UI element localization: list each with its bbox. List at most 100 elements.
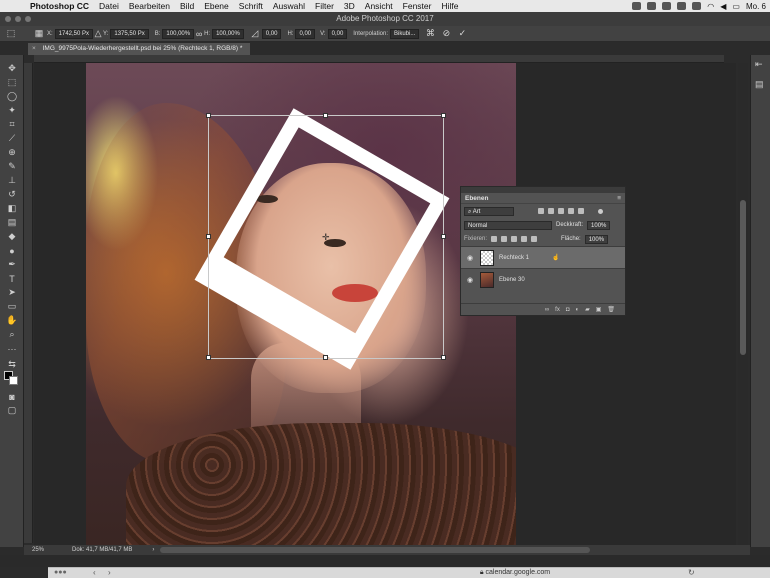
lock-image-icon[interactable] <box>501 236 508 242</box>
lasso-tool-icon[interactable]: ◯ <box>5 91 19 102</box>
address-bar[interactable]: 🔒︎ calendar.google.com <box>430 568 600 577</box>
zoom-tool-icon[interactable]: ⌕ <box>5 329 19 340</box>
transform-tool-icon[interactable]: ⬚ <box>6 28 16 39</box>
x-field[interactable]: 1742,50 Px <box>54 28 94 39</box>
menu-auswahl[interactable]: Auswahl <box>273 1 305 11</box>
menu-filter[interactable]: Filter <box>315 1 334 11</box>
volume-icon[interactable]: ◀ <box>720 2 726 11</box>
transform-handle-top-right[interactable] <box>441 113 446 118</box>
dropbox-icon[interactable] <box>632 2 642 10</box>
menu-datei[interactable]: Datei <box>99 1 119 11</box>
menu-schrift[interactable]: Schrift <box>239 1 263 11</box>
transform-handle-bottom[interactable] <box>323 355 328 360</box>
tray-app-icon-3[interactable] <box>677 2 687 10</box>
vertical-scroll-thumb[interactable] <box>740 200 746 355</box>
lock-position-icon[interactable] <box>511 236 518 242</box>
crop-tool-icon[interactable]: ⌗ <box>5 119 19 130</box>
properties-panel-icon[interactable]: ▤ <box>755 79 764 90</box>
new-group-icon[interactable]: ▰ <box>585 306 590 313</box>
menu-3d[interactable]: 3D <box>344 1 355 11</box>
filter-pixel-icon[interactable] <box>538 208 544 214</box>
screen-mode-icon[interactable]: ▢ <box>5 405 19 416</box>
forward-icon[interactable]: › <box>108 568 111 577</box>
more-tools-icon[interactable]: ··· <box>5 343 19 354</box>
transform-handle-bottom-left[interactable] <box>206 355 211 360</box>
commit-transform-icon[interactable]: ✓ <box>457 28 467 39</box>
background-color-swatch[interactable] <box>9 376 18 385</box>
lock-all-icon[interactable] <box>531 236 538 242</box>
fill-field[interactable]: 100% <box>584 234 609 244</box>
panel-menu-icon[interactable]: ≡ <box>617 193 621 204</box>
add-mask-icon[interactable]: ◘ <box>566 307 570 313</box>
browser-window-controls[interactable]: ●●● <box>54 569 67 576</box>
layer-filter-select[interactable]: ⌕ Art <box>464 206 514 216</box>
marquee-tool-icon[interactable]: ⬚ <box>5 77 19 88</box>
layer-name[interactable]: Ebene 30 <box>499 277 525 283</box>
menu-ebene[interactable]: Ebene <box>204 1 229 11</box>
menu-app-name[interactable]: Photoshop CC <box>30 1 89 11</box>
type-tool-icon[interactable]: T <box>5 273 19 284</box>
swap-colors-icon[interactable]: ⇆ <box>5 359 19 370</box>
battery-icon[interactable]: ▭ <box>732 2 740 11</box>
menu-clock[interactable]: Mo. 6 <box>746 2 766 11</box>
menu-bild[interactable]: Bild <box>180 1 194 11</box>
panel-toggle-icon[interactable]: ⇤ <box>755 59 763 70</box>
adjustment-layer-icon[interactable]: ◐ <box>575 307 579 313</box>
layer-row-rechteck-1[interactable]: ◉ Rechteck 1 ☝ <box>461 246 625 268</box>
tray-app-icon-2[interactable] <box>662 2 672 10</box>
blend-mode-select[interactable]: Normal <box>464 220 552 230</box>
document-tab[interactable]: × IMG_9975Pola-Wiederhergestellt.psd bei… <box>28 43 251 55</box>
pen-tool-icon[interactable]: ✒ <box>5 259 19 270</box>
y-field[interactable]: 1375,50 Px <box>110 28 149 39</box>
hand-tool-icon[interactable]: ✋ <box>5 315 19 326</box>
close-icon[interactable]: × <box>32 45 36 52</box>
path-select-tool-icon[interactable]: ➤ <box>5 287 19 298</box>
quick-mask-icon[interactable]: ◙ <box>5 391 19 402</box>
width-percent-field[interactable]: 100,00% <box>162 28 195 39</box>
stamp-tool-icon[interactable]: ⊥ <box>5 175 19 186</box>
back-icon[interactable]: ‹ <box>93 568 96 577</box>
height-percent-field[interactable]: 100,00% <box>212 28 244 39</box>
dodge-tool-icon[interactable]: ● <box>5 245 19 256</box>
layer-name[interactable]: Rechteck 1 <box>499 255 529 261</box>
filter-smart-object-icon[interactable] <box>578 208 584 214</box>
hskew-field[interactable]: 0,00 <box>295 28 316 39</box>
new-layer-icon[interactable]: ▣ <box>596 306 602 313</box>
vskew-field[interactable]: 0,00 <box>327 28 348 39</box>
lock-transparency-icon[interactable] <box>491 236 498 242</box>
visibility-eye-icon[interactable]: ◉ <box>465 276 475 284</box>
interpolation-select[interactable]: Bikubi... <box>390 28 420 39</box>
transform-handle-bottom-right[interactable] <box>441 355 446 360</box>
layers-tab[interactable]: Ebenen <box>465 195 488 202</box>
reference-point-icon[interactable]: ▦ <box>34 28 44 39</box>
filter-type-icon[interactable] <box>558 208 564 214</box>
menu-bearbeiten[interactable]: Bearbeiten <box>129 1 170 11</box>
menu-ansicht[interactable]: Ansicht <box>365 1 393 11</box>
link-layers-icon[interactable]: ∞ <box>545 307 549 313</box>
eraser-tool-icon[interactable]: ◧ <box>5 203 19 214</box>
transform-handle-top-left[interactable] <box>206 113 211 118</box>
horizontal-scrollbar[interactable] <box>160 547 590 553</box>
gradient-tool-icon[interactable]: ▤ <box>5 217 19 228</box>
transform-handle-top[interactable] <box>323 113 328 118</box>
magic-wand-tool-icon[interactable]: ✦ <box>5 105 19 116</box>
menu-fenster[interactable]: Fenster <box>403 1 432 11</box>
move-tool-icon[interactable]: ✥ <box>5 63 19 74</box>
cancel-transform-icon[interactable]: ⊘ <box>441 28 451 39</box>
wifi-icon[interactable]: ◠ <box>707 2 714 11</box>
reference-point-crosshair-icon[interactable]: ✛ <box>322 232 330 243</box>
zoom-window-button[interactable] <box>25 16 31 22</box>
brush-tool-icon[interactable]: ✎ <box>5 161 19 172</box>
tray-app-icon-4[interactable] <box>692 2 702 10</box>
rectangle-tool-icon[interactable]: ▭ <box>5 301 19 312</box>
layer-row-ebene-30[interactable]: ◉ Ebene 30 <box>461 268 625 290</box>
angle-field[interactable]: 0,00 <box>261 28 282 39</box>
warp-icon[interactable]: ⌘ <box>425 28 435 39</box>
filter-toggle[interactable] <box>598 208 603 214</box>
healing-brush-tool-icon[interactable]: ⊕ <box>5 147 19 158</box>
menu-hilfe[interactable]: Hilfe <box>441 1 458 11</box>
filter-shape-icon[interactable] <box>568 208 574 214</box>
delete-layer-icon[interactable]: 🗑 <box>607 306 615 313</box>
eyedropper-tool-icon[interactable]: ⟋ <box>5 133 19 144</box>
transform-handle-right[interactable] <box>441 234 446 239</box>
